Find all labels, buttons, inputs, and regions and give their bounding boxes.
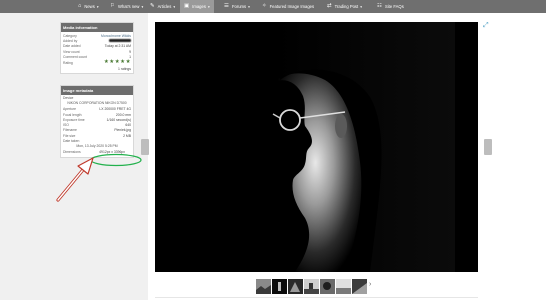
thumbnail-image	[320, 279, 335, 294]
home-icon: ⌂	[78, 2, 82, 9]
nav-item-articles[interactable]: ✎ Articles ▾	[150, 0, 175, 13]
expand-icon[interactable]: ⤢	[483, 22, 489, 29]
ratings-count: 1 ratings	[117, 67, 131, 72]
rating-stars[interactable]: ★★★★★	[104, 60, 131, 66]
thumbnail-image	[272, 279, 287, 294]
faq-icon: ☷	[377, 2, 382, 9]
media-info-row: Rating ★★★★★	[63, 59, 131, 66]
main-photo[interactable]	[155, 22, 478, 272]
chevron-down-icon: ▾	[96, 4, 99, 9]
ratings-count-row: 1 ratings	[61, 66, 133, 71]
top-navigation-bar: ⌂ News ▾ ⚐ What's new ▾ ✎ Articles ▾ ▣ I…	[0, 0, 546, 13]
nav-item-news[interactable]: ⌂ News ▾	[78, 0, 99, 13]
thumbnail-image	[256, 279, 271, 294]
trading-post-icon: ⇄	[327, 2, 332, 9]
nav-label: Site FAQs	[384, 4, 404, 9]
nav-label: Articles	[157, 4, 172, 9]
panel-title: Media information	[61, 23, 133, 32]
thumbnail[interactable]	[304, 279, 319, 294]
chevron-down-icon: ▾	[248, 4, 250, 9]
image-metadata-panel: Image metadata Device NIKON CORPORATION …	[60, 85, 134, 158]
thumbnail[interactable]	[272, 279, 287, 294]
dimensions-value: 4912px x 3396px	[99, 150, 125, 155]
chevron-down-icon: ▾	[207, 4, 210, 9]
device-value: NIKON CORPORATION NIKON D7500	[67, 101, 127, 106]
thumbnail[interactable]	[352, 279, 367, 294]
thumbnail-image	[352, 279, 367, 294]
thumbnail-image	[288, 279, 303, 294]
dimensions-row: Dimensions 4912px x 3396px	[63, 150, 125, 155]
nav-label: News	[84, 4, 95, 9]
thumbnail-image	[304, 279, 319, 294]
redacted-username	[109, 39, 131, 43]
nav-label: What's new	[117, 4, 140, 9]
nav-label: Trading Post	[334, 4, 359, 9]
thumbnail[interactable]	[336, 279, 351, 294]
nav-label: Featured Image Images	[269, 4, 315, 9]
chevron-down-icon: ▾	[173, 4, 176, 9]
thumbnail[interactable]	[256, 279, 271, 294]
articles-icon: ✎	[150, 2, 155, 9]
nav-item-featured-images[interactable]: ✧ Featured Image Images	[262, 0, 314, 13]
nav-label: Images	[192, 4, 206, 9]
featured-icon: ✧	[262, 2, 267, 9]
nav-label: Forums	[231, 4, 247, 9]
whats-new-icon: ⚐	[110, 2, 115, 9]
nav-item-whats-new[interactable]: ⚐ What's new ▾	[110, 0, 143, 13]
thumbnail[interactable]	[288, 279, 303, 294]
thumbnail[interactable]	[320, 279, 335, 294]
thumbnail-image	[336, 279, 351, 294]
chevron-right-icon[interactable]: ›	[369, 281, 371, 288]
previous-image-button[interactable]	[141, 139, 149, 155]
next-image-button[interactable]	[484, 139, 492, 155]
nav-item-images[interactable]: ▣ Images ▾	[180, 0, 214, 13]
portrait-photo-graphic	[155, 22, 478, 272]
chevron-down-icon: ▾	[141, 4, 144, 9]
images-icon: ▣	[184, 2, 190, 9]
nav-item-site-faqs[interactable]: ☷ Site FAQs	[377, 0, 404, 13]
nav-item-trading-post[interactable]: ⇄ Trading Post ▾	[327, 0, 362, 13]
divider	[155, 297, 478, 298]
panel-title: Image metadata	[61, 86, 133, 95]
nav-item-forums[interactable]: ☰ Forums ▾	[224, 0, 250, 13]
chevron-down-icon: ▾	[360, 4, 362, 9]
forums-icon: ☰	[224, 2, 229, 9]
media-information-panel: Media information Category Monochrome Wk…	[60, 22, 134, 74]
category-link[interactable]: Monochrome Wklds	[101, 34, 131, 38]
